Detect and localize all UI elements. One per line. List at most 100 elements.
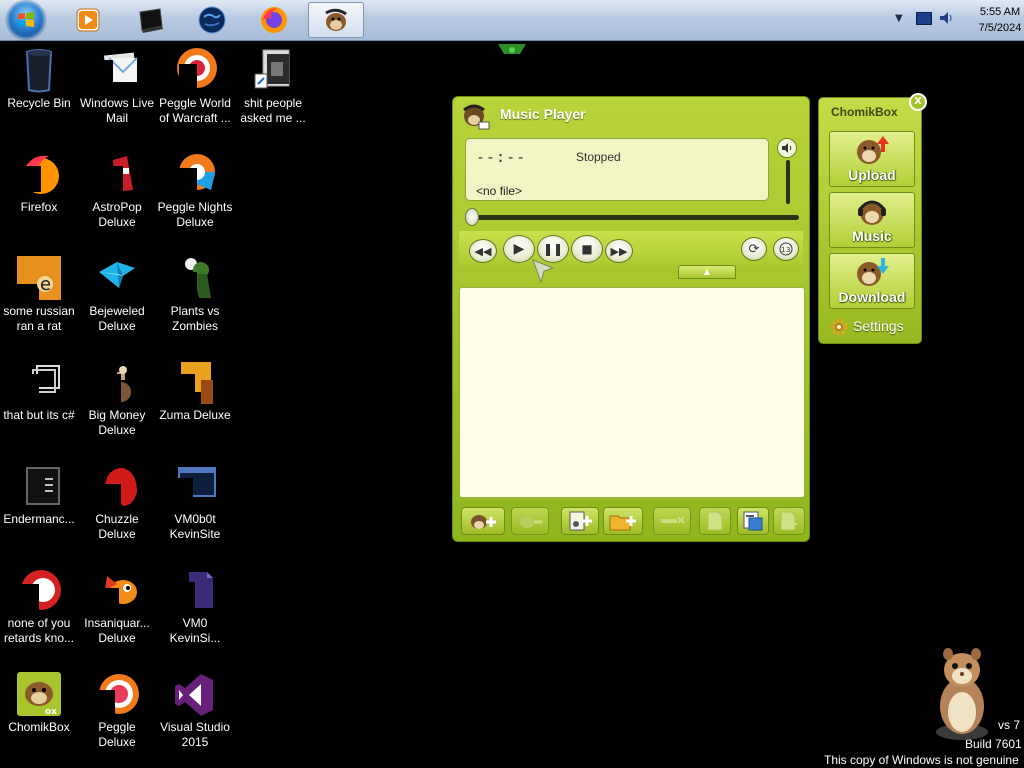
add-folder-icon <box>609 515 636 531</box>
desktop-icon-insaniquarium-deluxe[interactable]: Insaniquar... Deluxe <box>78 566 156 646</box>
terminal-window-icon <box>26 467 60 505</box>
save-playlist-button[interactable] <box>737 507 769 535</box>
desktop-icon-label: VM0 KevinSi... <box>169 616 221 645</box>
upload-button[interactable]: Upload <box>829 131 915 187</box>
pause-icon: ❚❚ <box>542 242 564 256</box>
desktop-icon-label: some russian ran a rat <box>3 304 75 333</box>
chomikbox-icon: ox <box>17 672 61 717</box>
desktop-icon-chomikbox[interactable]: ox ChomikBox <box>0 670 78 735</box>
remove-from-chomik-button[interactable] <box>511 507 549 535</box>
desktop-icon-astropop-deluxe[interactable]: AstroPop Deluxe <box>78 150 156 230</box>
peggle-icon <box>99 674 139 716</box>
hamster-upload-icon <box>857 136 889 164</box>
vm-file-icon <box>177 572 213 610</box>
fast-forward-button[interactable]: ▶▶ <box>605 239 633 263</box>
settings-button[interactable]: Settings <box>829 317 919 337</box>
desktop-icon-vm0-kevinsi[interactable]: VM0 KevinSi... <box>156 566 234 646</box>
rewind-icon: ◀◀ <box>474 244 492 258</box>
chomikbox-panel: ChomikBox X Upload Music Download Settin… <box>818 93 927 344</box>
seek-handle[interactable] <box>465 208 479 226</box>
desktop-icon-peggle-deluxe[interactable]: Peggle Deluxe <box>78 670 156 750</box>
desktop-icon-label: Recycle Bin <box>7 96 71 110</box>
desktop-icon-label: shit people asked me ... <box>240 96 306 125</box>
rewind-button[interactable]: ◀◀ <box>469 239 497 263</box>
expand-playlist-toggle[interactable]: ▲ <box>678 265 736 279</box>
chomikbox-title: ChomikBox <box>831 105 898 119</box>
desktop-icon-label: Peggle Nights Deluxe <box>157 200 233 229</box>
astropop-icon <box>99 156 133 194</box>
desktop-icon-label: Chuzzle Deluxe <box>95 512 139 541</box>
playlist-area[interactable] <box>459 287 805 498</box>
mouse-cursor-icon <box>532 259 555 284</box>
remove-button[interactable] <box>653 507 691 535</box>
peggle-wow-icon <box>177 48 217 92</box>
taskbar-globe[interactable] <box>184 2 240 38</box>
windows-flag-icon <box>18 12 34 27</box>
desktop-icon-label: Bejeweled Deluxe <box>89 304 145 333</box>
desktop-icon-zuma-deluxe[interactable]: Zuma Deluxe <box>156 358 234 423</box>
save-playlist-icon <box>743 511 763 531</box>
hamster-download-icon <box>857 258 889 286</box>
export-playlist-button[interactable] <box>773 507 805 535</box>
start-button[interactable] <box>7 1 45 39</box>
playback-status: Stopped <box>576 150 621 164</box>
add-folder-button[interactable] <box>603 507 643 535</box>
red-circle-icon <box>21 570 61 612</box>
desktop-icon-that-but-its-c[interactable]: that but its c# <box>0 358 78 423</box>
music-button[interactable]: Music <box>829 192 915 248</box>
download-button[interactable]: Download <box>829 253 915 309</box>
taskbar-firefox[interactable] <box>246 2 302 38</box>
desktop-icon-plants-vs-zombies[interactable]: Plants vs Zombies <box>156 254 234 334</box>
desktop-icon-shit-people-asked-me[interactable]: shit people asked me ... <box>234 46 312 126</box>
desktop-icon-peggle-world-of-warcraft[interactable]: Peggle World of Warcraft ... <box>156 46 234 126</box>
svg-text:ox: ox <box>45 707 57 717</box>
action-center-icon[interactable] <box>916 12 932 25</box>
seek-bar[interactable] <box>469 215 799 220</box>
desktop-icon-endermanc[interactable]: Endermanc... <box>0 462 78 527</box>
desktop-icon-label: AstroPop Deluxe <box>92 200 142 229</box>
repeat-button[interactable]: ⟳ <box>741 237 767 261</box>
visual-studio-icon <box>175 674 213 716</box>
chomikbox-dock-tab-icon[interactable] <box>496 44 528 56</box>
desktop-icon-windows-live-mail[interactable]: Windows Live Mail <box>78 46 156 126</box>
desktop-icon-none-of-you[interactable]: none of you retards kno... <box>0 566 78 646</box>
current-file: <no file> <box>476 184 523 198</box>
clock[interactable]: 5:55 AM 7/5/2024 <box>976 4 1024 36</box>
svg-text:e: e <box>40 274 51 295</box>
add-from-chomik-button[interactable] <box>461 507 505 535</box>
desktop-icon-some-russian-ran-a-rat[interactable]: e some russian ran a rat <box>0 254 78 334</box>
shuffle-button[interactable]: 1 3 <box>773 237 799 261</box>
hamster-mascot-icon[interactable] <box>922 644 1002 744</box>
volume-button[interactable] <box>777 138 797 158</box>
playlist-file-button[interactable] <box>699 507 731 535</box>
windows-live-mail-icon <box>95 52 138 90</box>
taskbar-media-player[interactable] <box>60 2 116 38</box>
volume-slider[interactable] <box>786 160 790 204</box>
recycle-bin-icon <box>25 49 53 93</box>
firefox-icon <box>261 7 287 33</box>
show-hidden-icons-icon[interactable]: ▼ <box>895 13 903 24</box>
repeat-icon: ⟳ <box>748 241 760 257</box>
clock-date: 7/5/2024 <box>978 22 1022 34</box>
add-file-button[interactable] <box>561 507 599 535</box>
gear-icon <box>830 318 848 336</box>
shortcut-folder-icon <box>19 365 60 402</box>
taskbar-chomikbox[interactable] <box>308 2 364 38</box>
close-button[interactable]: X <box>909 93 927 111</box>
desktop-icon-recycle-bin[interactable]: Recycle Bin <box>0 46 78 111</box>
desktop-icon-vm0b0t-kevinsite[interactable]: VM0b0t KevinSite <box>156 462 234 542</box>
desktop-icon-label: Peggle World of Warcraft ... <box>159 96 231 125</box>
desktop-icon-chuzzle-deluxe[interactable]: Chuzzle Deluxe <box>78 462 156 542</box>
stop-button[interactable]: ■ <box>571 235 603 263</box>
taskbar-terminal[interactable] <box>122 2 178 38</box>
desktop-icon-peggle-nights-deluxe[interactable]: Peggle Nights Deluxe <box>156 150 234 230</box>
desktop-icon-visual-studio-2015[interactable]: Visual Studio 2015 <box>156 670 234 750</box>
stop-icon: ■ <box>581 242 593 256</box>
desktop-icon-label: Peggle Deluxe <box>98 720 136 749</box>
desktop-icon-big-money-deluxe[interactable]: Big Money Deluxe <box>78 358 156 438</box>
desktop-icon-bejeweled-deluxe[interactable]: Bejeweled Deluxe <box>78 254 156 334</box>
desktop-icon-label: Windows Live Mail <box>79 96 155 125</box>
volume-control <box>777 138 799 208</box>
speaker-icon[interactable] <box>938 10 954 26</box>
desktop-icon-firefox[interactable]: Firefox <box>0 150 78 215</box>
